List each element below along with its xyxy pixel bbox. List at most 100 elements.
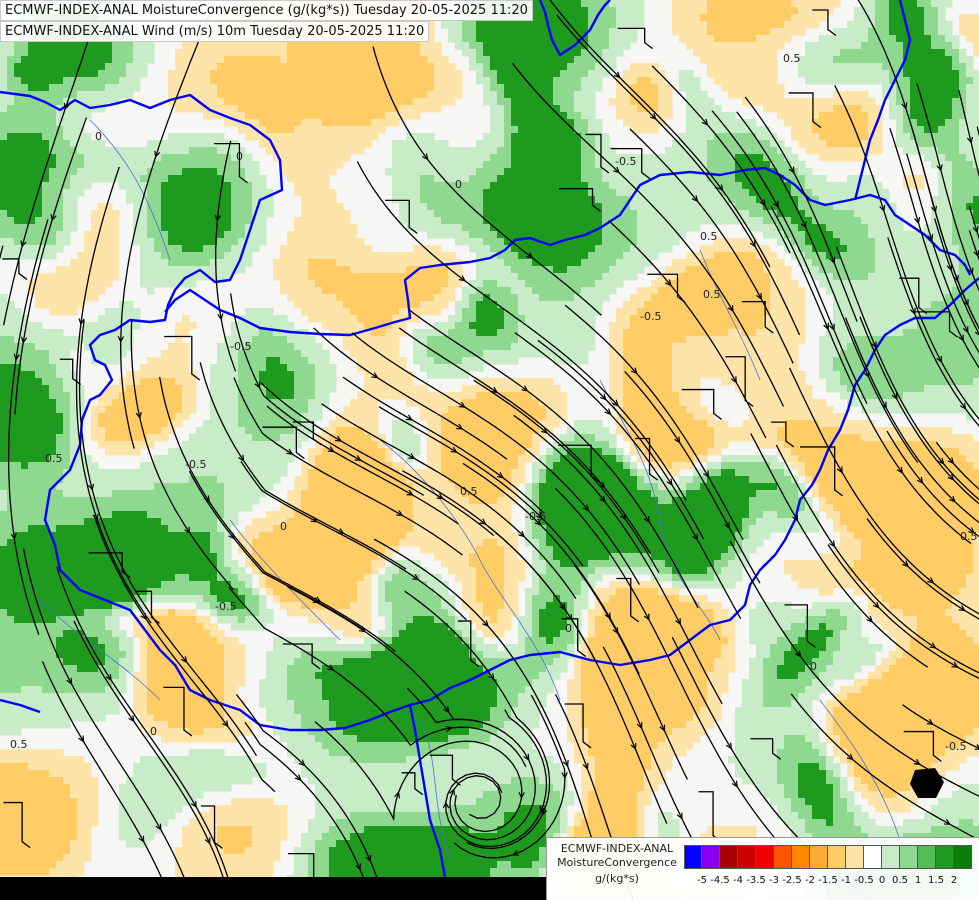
field-cell — [805, 245, 813, 253]
field-cell — [574, 273, 582, 281]
field-cell — [868, 259, 876, 267]
field-cell — [728, 294, 736, 302]
field-cell — [763, 21, 771, 29]
field-cell — [301, 266, 309, 274]
field-cell — [147, 182, 155, 190]
field-cell — [581, 245, 589, 253]
field-cell — [266, 49, 274, 57]
field-cell — [308, 42, 316, 50]
field-cell — [854, 49, 862, 57]
field-cell — [14, 49, 22, 57]
field-cell — [315, 161, 323, 169]
field-cell — [728, 7, 736, 15]
field-cell — [133, 49, 141, 57]
field-cell — [735, 56, 743, 64]
field-cell — [966, 105, 974, 113]
field-cell — [434, 91, 442, 99]
field-cell — [847, 133, 855, 141]
field-cell — [175, 56, 183, 64]
field-cell — [294, 126, 302, 134]
field-cell — [98, 245, 106, 253]
field-cell — [749, 42, 757, 50]
field-cell — [840, 140, 848, 148]
field-cell — [315, 175, 323, 183]
field-cell — [315, 77, 323, 85]
field-cell — [637, 126, 645, 134]
field-cell — [910, 7, 918, 15]
field-cell — [868, 217, 876, 225]
field-cell — [945, 147, 953, 155]
field-cell — [336, 210, 344, 218]
field-cell — [826, 49, 834, 57]
field-cell — [427, 175, 435, 183]
field-cell — [868, 238, 876, 246]
field-cell — [224, 217, 232, 225]
field-cell — [861, 56, 869, 64]
field-cell — [861, 49, 869, 57]
field-cell — [420, 140, 428, 148]
field-cell — [154, 210, 162, 218]
field-cell — [357, 126, 365, 134]
field-cell — [168, 77, 176, 85]
field-cell — [497, 154, 505, 162]
field-cell — [679, 7, 687, 15]
field-cell — [658, 245, 666, 253]
field-cell — [483, 301, 491, 309]
field-cell — [224, 203, 232, 211]
field-cell — [665, 238, 673, 246]
moisture-convergence-field — [0, 0, 979, 900]
field-cell — [490, 98, 498, 106]
field-cell — [448, 28, 456, 36]
field-cell — [455, 210, 463, 218]
field-cell — [553, 259, 561, 267]
field-cell — [21, 126, 29, 134]
field-cell — [490, 161, 498, 169]
field-cell — [581, 161, 589, 169]
field-cell — [931, 105, 939, 113]
field-cell — [0, 42, 8, 50]
field-cell — [973, 105, 979, 113]
field-cell — [686, 70, 694, 78]
field-cell — [196, 189, 204, 197]
field-cell — [532, 175, 540, 183]
field-cell — [812, 259, 820, 267]
field-cell — [812, 182, 820, 190]
field-cell — [469, 21, 477, 29]
field-cell — [371, 98, 379, 106]
field-cell — [952, 154, 960, 162]
field-cell — [84, 175, 92, 183]
field-cell — [539, 287, 547, 295]
field-cell — [833, 49, 841, 57]
field-cell — [700, 28, 708, 36]
field-cell — [952, 175, 960, 183]
field-cell — [77, 161, 85, 169]
field-cell — [525, 56, 533, 64]
field-cell — [644, 154, 652, 162]
field-cell — [448, 91, 456, 99]
field-cell — [56, 231, 64, 239]
field-cell — [518, 119, 526, 127]
field-cell — [399, 91, 407, 99]
field-cell — [315, 84, 323, 92]
field-cell — [420, 105, 428, 113]
field-cell — [98, 287, 106, 295]
field-cell — [287, 70, 295, 78]
field-cell — [826, 119, 834, 127]
field-cell — [770, 98, 778, 106]
field-cell — [175, 203, 183, 211]
field-cell — [28, 189, 36, 197]
field-cell — [896, 105, 904, 113]
field-cell — [182, 203, 190, 211]
field-cell — [28, 56, 36, 64]
field-cell — [63, 294, 71, 302]
field-cell — [735, 0, 743, 8]
field-cell — [308, 301, 316, 309]
field-cell — [798, 21, 806, 29]
field-cell — [119, 168, 127, 176]
field-cell — [322, 154, 330, 162]
field-cell — [868, 112, 876, 120]
field-cell — [469, 154, 477, 162]
field-cell — [252, 238, 260, 246]
field-cell — [119, 84, 127, 92]
field-cell — [896, 140, 904, 148]
